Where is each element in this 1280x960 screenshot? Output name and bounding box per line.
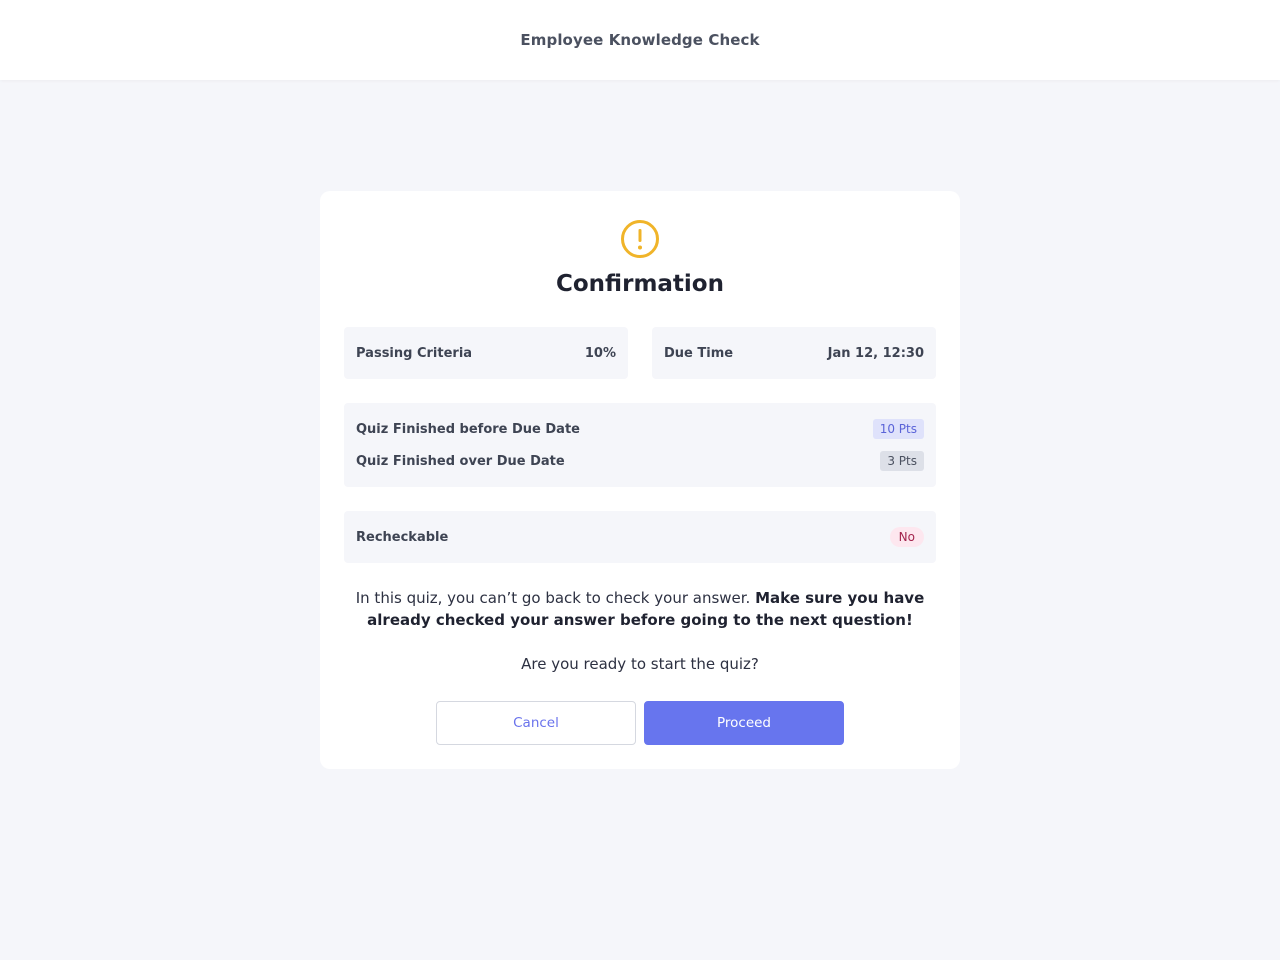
ready-question: Are you ready to start the quiz? [521,655,759,673]
points-badge: 3 Pts [880,451,924,471]
points-row-over-due: Quiz Finished over Due Date 3 Pts [356,449,924,473]
dialog-title: Confirmation [556,271,724,297]
exclamation-circle-icon [621,220,659,258]
due-time-box: Due Time Jan 12, 12:30 [652,327,936,379]
page-title: Employee Knowledge Check [520,31,760,49]
cancel-button[interactable]: Cancel [436,701,636,745]
due-time-value: Jan 12, 12:30 [827,345,924,361]
top-bar: Employee Knowledge Check [0,0,1280,80]
points-row-before-due: Quiz Finished before Due Date 10 Pts [356,417,924,441]
due-time-label: Due Time [664,345,734,361]
passing-criteria-value: 10% [584,345,616,361]
recheckable-badge: No [889,527,924,547]
points-badge: 10 Pts [872,419,924,439]
passing-criteria-label: Passing Criteria [356,345,473,361]
quiz-description: In this quiz, you can’t go back to check… [344,587,936,631]
points-label: Quiz Finished over Due Date [356,453,565,469]
points-box: Quiz Finished before Due Date 10 Pts Qui… [344,403,936,487]
description-text: In this quiz, you can’t go back to check… [355,589,751,607]
passing-criteria-box: Passing Criteria 10% [344,327,628,379]
proceed-button[interactable]: Proceed [644,701,844,745]
recheckable-label: Recheckable [356,529,449,545]
confirmation-dialog: Confirmation Passing Criteria 10% Due Ti… [320,191,960,769]
points-label: Quiz Finished before Due Date [356,421,580,437]
recheckable-box: Recheckable No [344,511,936,563]
